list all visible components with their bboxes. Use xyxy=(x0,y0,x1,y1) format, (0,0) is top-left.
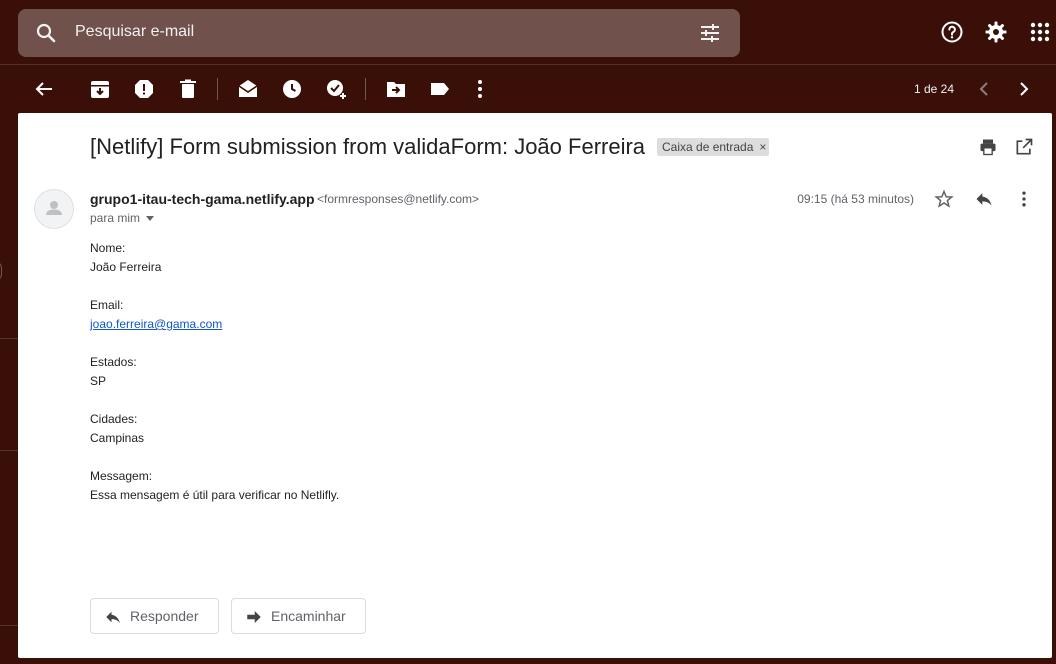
field-block-message: Messagem: Essa mensagem é útil para veri… xyxy=(90,467,339,505)
field-block-email: Email: joao.ferreira@gama.com xyxy=(90,296,339,334)
email-link[interactable]: joao.ferreira@gama.com xyxy=(90,317,222,331)
collapsed-sidebar xyxy=(0,113,18,664)
move-to-icon[interactable] xyxy=(384,77,408,101)
field-value: SP xyxy=(90,374,107,388)
chevron-down-icon[interactable] xyxy=(146,216,155,222)
more-vert-icon[interactable] xyxy=(1014,189,1034,209)
report-spam-icon[interactable] xyxy=(132,77,156,101)
recipient-text: para mim xyxy=(90,211,141,225)
add-task-icon[interactable] xyxy=(324,77,348,101)
sender-email: <formresponses@netlify.com> xyxy=(317,192,480,206)
forward-icon xyxy=(247,611,261,623)
sidebar-divider xyxy=(0,338,18,339)
field-value: Campinas xyxy=(90,431,145,445)
field-label: Email: xyxy=(90,298,124,312)
sidebar-divider xyxy=(0,450,18,451)
person-icon xyxy=(46,201,62,215)
search-bar[interactable]: Pesquisar e-mail xyxy=(18,9,740,57)
settings-icon[interactable] xyxy=(984,20,1008,44)
forward-label: Encaminhar xyxy=(271,608,346,624)
tune-icon[interactable] xyxy=(698,21,722,45)
pager-text: 1 de 24 xyxy=(913,82,954,96)
message-body: Nome: João Ferreira Email: joao.ferreira… xyxy=(90,239,339,524)
archive-icon[interactable] xyxy=(88,77,112,101)
star-icon[interactable] xyxy=(934,189,954,209)
search-input[interactable]: Pesquisar e-mail xyxy=(75,23,194,41)
recipient-details[interactable]: para mim xyxy=(90,211,155,225)
field-block-cities: Cidades: Campinas xyxy=(90,410,339,448)
reply-label: Responder xyxy=(130,608,199,624)
field-label: Estados: xyxy=(90,355,137,369)
message-subject: [Netlify] Form submission from validaFor… xyxy=(90,134,646,159)
label-text: Caixa de entrada xyxy=(662,140,754,154)
more-vert-icon[interactable] xyxy=(468,77,492,101)
toolbar-separator xyxy=(217,78,218,100)
sidebar-divider xyxy=(0,625,18,626)
forward-button[interactable]: Encaminhar xyxy=(231,598,366,634)
delete-icon[interactable] xyxy=(176,77,200,101)
field-block-name: Nome: João Ferreira xyxy=(90,239,339,277)
print-icon[interactable] xyxy=(978,137,998,157)
remove-label-icon[interactable]: × xyxy=(759,138,766,156)
reply-button[interactable]: Responder xyxy=(90,598,219,634)
reply-icon[interactable] xyxy=(974,189,994,209)
label-icon[interactable] xyxy=(428,77,452,101)
back-arrow-icon[interactable] xyxy=(32,77,56,101)
top-bar: Pesquisar e-mail xyxy=(0,0,1056,64)
sidebar-edge-button[interactable] xyxy=(0,261,2,281)
field-value: João Ferreira xyxy=(90,260,162,274)
reply-icon xyxy=(106,611,120,623)
snooze-icon[interactable] xyxy=(280,77,304,101)
message-toolbar: 1 de 24 xyxy=(0,65,1056,113)
field-label: Nome: xyxy=(90,241,126,255)
message-time: 09:15 (há 53 minutos) xyxy=(797,192,914,206)
next-icon[interactable] xyxy=(1012,77,1036,101)
sender-avatar[interactable] xyxy=(34,189,74,229)
help-icon[interactable] xyxy=(940,20,964,44)
search-icon[interactable] xyxy=(34,21,58,45)
sender-name: grupo1-itau-tech-gama.netlify.app xyxy=(90,191,315,207)
field-block-states: Estados: SP xyxy=(90,353,339,391)
open-in-new-window-icon[interactable] xyxy=(1014,137,1034,157)
inbox-label-chip[interactable]: Caixa de entrada × xyxy=(657,138,770,156)
field-label: Messagem: xyxy=(90,469,153,483)
message-panel: [Netlify] Form submission from validaFor… xyxy=(18,113,1052,658)
previous-icon[interactable] xyxy=(972,77,996,101)
mark-unread-icon[interactable] xyxy=(236,77,260,101)
apps-icon[interactable] xyxy=(1028,20,1052,44)
field-value: Essa mensagem é útil para verificar no N… xyxy=(90,488,340,502)
field-label: Cidades: xyxy=(90,412,138,426)
toolbar-separator xyxy=(365,78,366,100)
